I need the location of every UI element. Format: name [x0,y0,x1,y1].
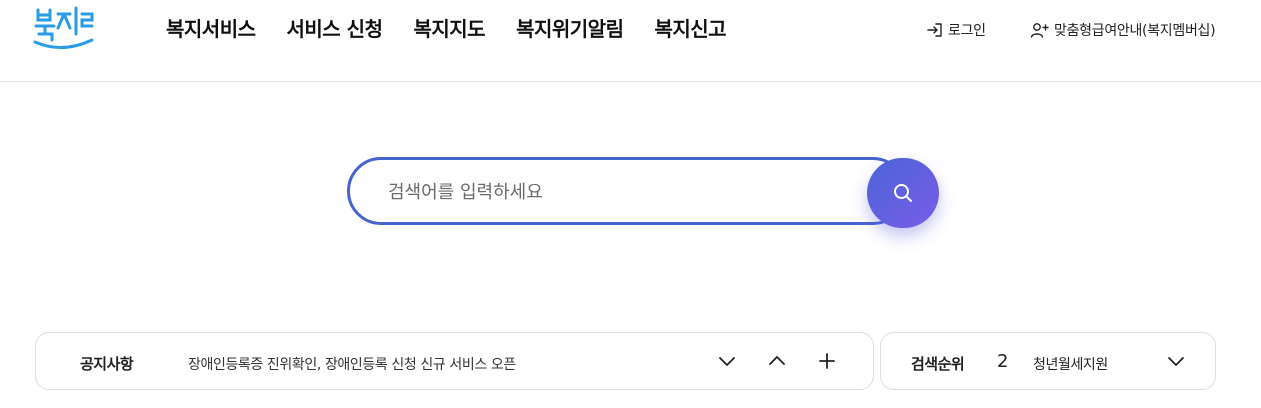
search-icon [894,184,912,202]
ranking-expand-button[interactable] [1165,350,1187,372]
ranking-number: 2 [997,351,1009,372]
site-header: 복지서비스 서비스 신청 복지지도 복지위기알림 복지신고 로그인 맞춤형급여안… [0,0,1261,82]
login-label: 로그인 [948,23,986,39]
nav-crisis-alert[interactable]: 복지위기알림 [516,13,624,42]
membership-link[interactable]: 맞춤형급여안내(복지멤버십) [1030,20,1216,40]
notice-next-button[interactable] [716,350,738,372]
login-icon [927,23,942,37]
ranking-term[interactable]: 청년월세지원 [1033,354,1111,374]
search-input[interactable] [386,176,860,208]
main-nav: 복지서비스 서비스 신청 복지지도 복지위기알림 복지신고 [166,13,757,42]
notice-bar: 공지사항 장애인등록증 진위확인, 장애인등록 신청 신규 서비스 오픈 [35,332,874,390]
search-box [347,157,907,225]
chevron-up-icon [769,356,785,365]
notice-prev-button[interactable] [766,350,788,372]
chevron-down-icon [1168,357,1184,366]
nav-service-application[interactable]: 서비스 신청 [287,13,383,42]
user-plus-icon [1030,23,1049,38]
notice-title: 공지사항 [80,355,134,373]
login-link[interactable]: 로그인 [926,20,986,40]
nav-welfare-services[interactable]: 복지서비스 [166,13,256,42]
notice-item[interactable]: 장애인등록증 진위확인, 장애인등록 신청 신규 서비스 오픈 [188,354,516,374]
site-logo[interactable] [32,2,96,54]
search-button[interactable] [867,158,939,228]
membership-label: 맞춤형급여안내(복지멤버십) [1054,23,1216,39]
plus-icon [819,353,835,369]
chevron-down-icon [719,357,735,366]
nav-welfare-report[interactable]: 복지신고 [654,13,726,42]
logo-mark [33,6,94,49]
nav-welfare-map[interactable]: 복지지도 [413,13,485,42]
search-ranking-bar: 검색순위 2 청년월세지원 [880,332,1216,390]
notice-more-button[interactable] [816,350,838,372]
ranking-title: 검색순위 [911,355,965,373]
